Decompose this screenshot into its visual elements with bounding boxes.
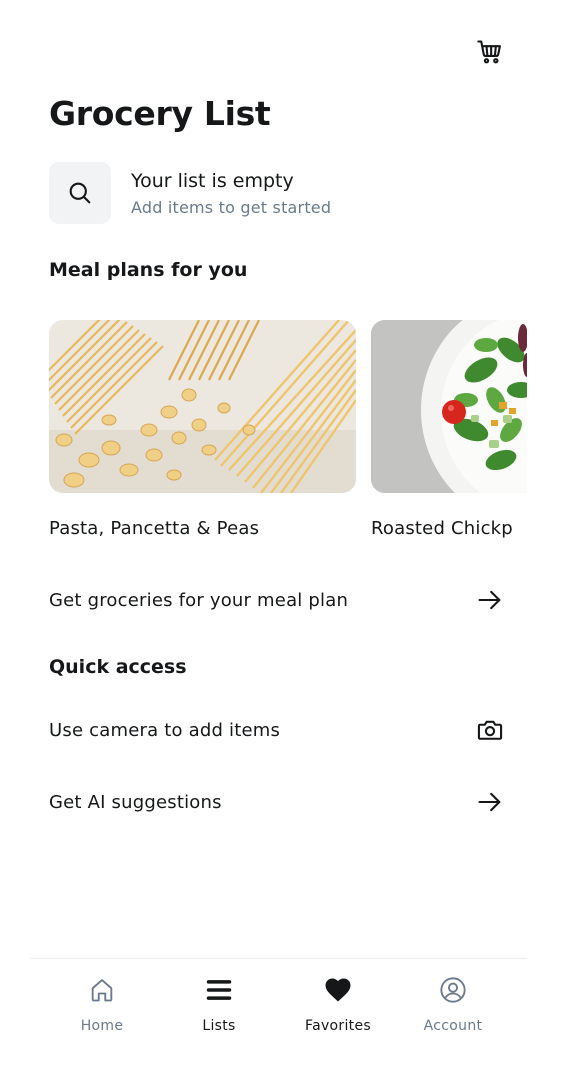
bottom-tab-bar: Home Lists Favorites Account <box>40 972 515 1042</box>
pasta-photo <box>49 320 356 493</box>
arrow-right-icon <box>474 786 506 818</box>
search-icon <box>69 182 91 204</box>
cart-icon <box>477 40 501 64</box>
search-button[interactable] <box>49 162 111 224</box>
empty-state-title: Your list is empty <box>131 169 294 192</box>
camera-add-row[interactable]: Use camera to add items <box>49 710 506 750</box>
meal-card-salad[interactable]: Roasted Chickp <box>371 320 527 539</box>
tab-lists-label: Lists <box>202 1018 236 1034</box>
meal-card-label: Pasta, Pancetta & Peas <box>49 518 260 539</box>
arrow-right-icon <box>474 584 506 616</box>
tabbar-divider <box>30 958 527 959</box>
camera-icon <box>474 714 506 746</box>
ai-suggestions-row[interactable]: Get AI suggestions <box>49 782 506 822</box>
meal-plans-title: Meal plans for you <box>49 259 248 281</box>
meal-plan-carousel[interactable]: Pasta, Pancetta & Peas Roasted Chickp <box>49 320 527 550</box>
tab-home-label: Home <box>80 1018 124 1034</box>
cart-button[interactable] <box>474 36 506 68</box>
ai-suggestions-label: Get AI suggestions <box>49 791 222 813</box>
tab-favorites-label: Favorites <box>305 1018 371 1034</box>
empty-state-subtitle: Add items to get started <box>131 197 332 217</box>
quick-access-title: Quick access <box>49 656 187 678</box>
salad-photo <box>371 320 527 493</box>
camera-add-label: Use camera to add items <box>49 719 281 741</box>
tab-account-label: Account <box>423 1018 483 1034</box>
meal-card-label: Roasted Chickp <box>371 518 513 539</box>
menu-icon <box>203 972 235 1008</box>
tab-home[interactable]: Home <box>47 972 157 1034</box>
home-icon <box>86 972 118 1008</box>
empty-state: Your list is empty Add items to get star… <box>49 162 331 224</box>
meal-plan-groceries-row[interactable]: Get groceries for your meal plan <box>49 580 506 620</box>
tab-favorites[interactable]: Favorites <box>283 972 393 1034</box>
heart-icon <box>322 972 354 1008</box>
tab-account[interactable]: Account <box>398 972 508 1034</box>
tab-lists[interactable]: Lists <box>164 972 274 1034</box>
meal-plan-groceries-label: Get groceries for your meal plan <box>49 589 349 611</box>
meal-card-pasta[interactable]: Pasta, Pancetta & Peas <box>49 320 356 539</box>
page-title: Grocery List <box>49 94 271 133</box>
user-circle-icon <box>437 972 469 1008</box>
